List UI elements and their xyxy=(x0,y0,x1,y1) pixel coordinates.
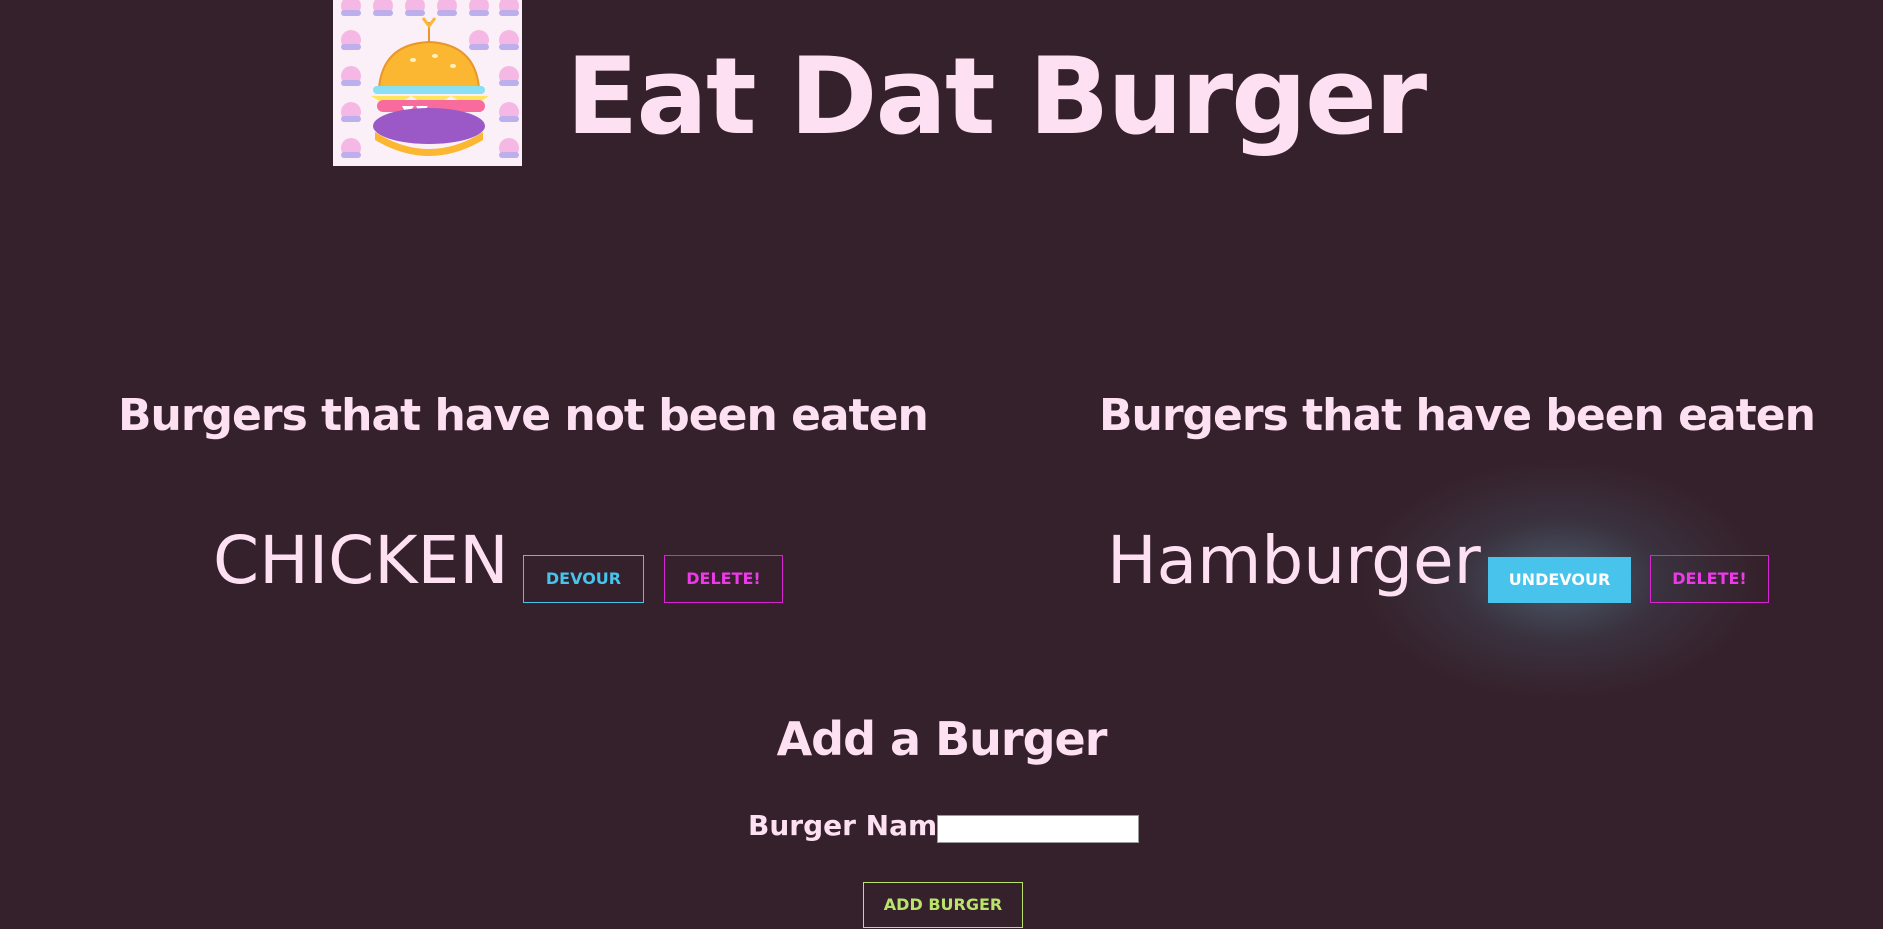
delete-button[interactable]: DELETE! xyxy=(664,555,783,603)
burger-item-name: Hamburger xyxy=(1107,522,1481,599)
add-burger-heading: Add a Burger xyxy=(776,712,1108,766)
delete-button[interactable]: DELETE! xyxy=(1650,555,1769,603)
page: Eat Dat Burger Burgers that have not bee… xyxy=(0,0,1883,929)
eaten-heading: Burgers that have been eaten xyxy=(1099,390,1816,441)
burger-logo-icon xyxy=(333,0,522,166)
devour-button[interactable]: DEVOUR xyxy=(523,555,644,603)
undevour-button[interactable]: UNDEVOUR xyxy=(1488,557,1631,603)
site-title: Eat Dat Burger xyxy=(566,35,1427,158)
burger-name-label: Burger Name xyxy=(748,809,957,842)
add-burger-button[interactable]: ADD BURGER xyxy=(863,882,1023,928)
not-eaten-heading: Burgers that have not been eaten xyxy=(118,390,929,441)
burger-item-name: CHICKEN xyxy=(213,522,509,599)
burger-name-input[interactable] xyxy=(937,815,1139,843)
